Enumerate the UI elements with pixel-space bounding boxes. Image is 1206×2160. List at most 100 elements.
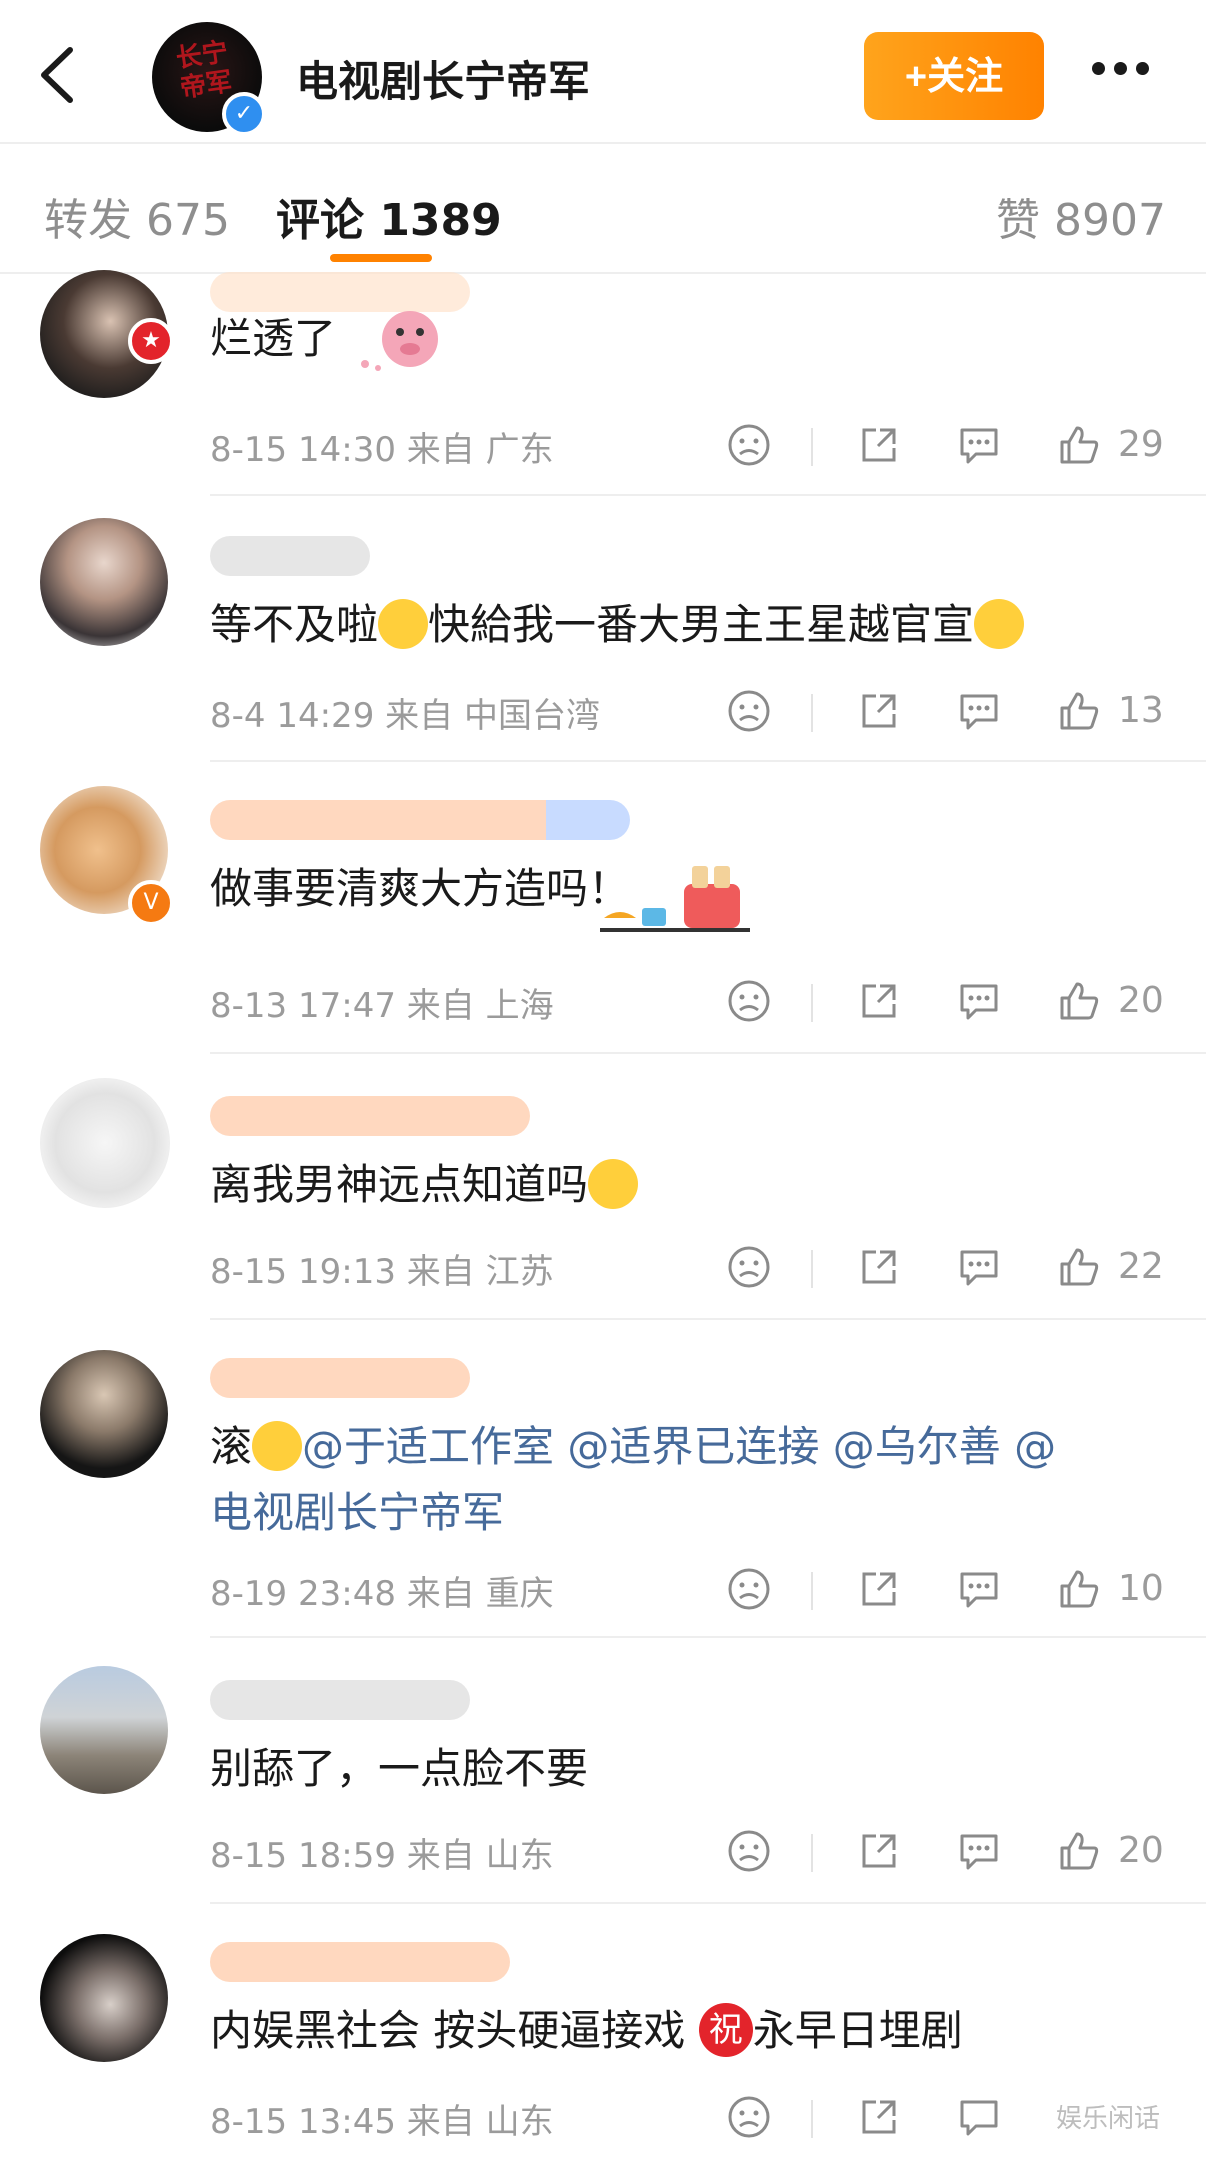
like-icon[interactable]	[1056, 1828, 1106, 1878]
comment-meta: 8-13 17:47 来自 上海	[210, 978, 554, 1027]
thinking-emoji-icon	[588, 1158, 639, 1209]
mention-links[interactable]: @于适工作室 @适界已连接 @乌尔善 @	[302, 1422, 1056, 1471]
comment-date: 8-13 17:47	[210, 986, 396, 1026]
commenter-avatar[interactable]	[40, 1350, 168, 1478]
tab-likes[interactable]: 赞 8907	[996, 184, 1166, 248]
dislike-icon[interactable]	[726, 2094, 776, 2144]
comment-text-part1: 等不及啦	[210, 600, 379, 649]
comment-date: 8-15 19:13	[210, 1252, 396, 1292]
comment-actions: 13	[726, 688, 1186, 738]
action-separator	[811, 984, 813, 1022]
comment-date: 8-15 14:30	[210, 430, 396, 470]
reply-icon[interactable]	[956, 688, 1006, 738]
dislike-icon[interactable]	[726, 978, 776, 1028]
share-icon[interactable]	[856, 1566, 906, 1616]
comment-text-part1: 离我男神远点知道吗	[210, 1160, 589, 1209]
account-title[interactable]: 电视剧长宁帝军	[296, 48, 590, 109]
comment-meta: 8-15 14:30 来自 广东	[210, 422, 554, 471]
share-icon[interactable]	[856, 2094, 906, 2144]
comment-date: 8-19 23:48	[210, 1574, 396, 1614]
reply-icon[interactable]	[956, 978, 1006, 1028]
action-separator	[811, 694, 813, 732]
action-separator	[811, 1250, 813, 1288]
mention-link[interactable]: 电视剧长宁帝军	[210, 1488, 504, 1537]
comment-text-part1: 内娱黑社会 按头硬逼接戏	[210, 2006, 686, 2055]
comment-date: 8-15 13:45	[210, 2102, 396, 2142]
top-bar: 长宁帝军 ✓ 电视剧长宁帝军 +关注	[0, 0, 1206, 142]
like-count: 22	[1118, 1246, 1164, 1287]
dislike-icon[interactable]	[726, 1566, 776, 1616]
like-icon[interactable]	[1056, 978, 1106, 1028]
like-icon[interactable]	[1056, 688, 1106, 738]
comment-location: 来自 江苏	[406, 1252, 554, 1292]
grinning-emoji-icon	[252, 1420, 303, 1471]
reply-icon[interactable]	[956, 1566, 1006, 1616]
comment-actions: 29	[726, 422, 1186, 472]
comment-text-part2: 永早日埋剧	[752, 2006, 963, 2055]
breakfast-sticker-icon	[600, 858, 750, 938]
comment-text: 滚 @于适工作室 @适界已连接 @乌尔善 @ 电视剧长宁帝军	[210, 1414, 1170, 1546]
like-count: 29	[1118, 424, 1164, 465]
tab-reposts[interactable]: 转发 675	[44, 184, 230, 248]
avatar-logo-text: 长宁帝军	[174, 37, 234, 104]
comment-text: 内娱黑社会 按头硬逼接戏 祝永早日埋剧	[210, 1998, 1110, 2064]
dislike-icon[interactable]	[726, 422, 776, 472]
commenter-avatar[interactable]	[40, 1934, 168, 2062]
commenter-avatar[interactable]	[40, 1666, 168, 1794]
back-icon[interactable]	[30, 40, 90, 110]
reply-icon[interactable]	[956, 2094, 1006, 2144]
dislike-icon[interactable]	[726, 1828, 776, 1878]
tabs-divider	[0, 272, 1206, 274]
active-tab-indicator	[330, 254, 432, 262]
row-divider	[210, 494, 1206, 496]
share-icon[interactable]	[856, 422, 906, 472]
comment-location: 来自 山东	[406, 2102, 554, 2142]
share-icon[interactable]	[856, 978, 906, 1028]
more-options-icon[interactable]	[1092, 60, 1162, 90]
comment-text: 别舔了，一点脸不要	[210, 1744, 589, 1793]
reply-icon[interactable]	[956, 422, 1006, 472]
row-divider	[210, 1052, 1206, 1054]
comment-meta: 8-15 18:59 来自 山东	[210, 1828, 554, 1877]
commenter-avatar[interactable]	[40, 518, 168, 646]
like-icon[interactable]	[1056, 1244, 1106, 1294]
zhu-badge-icon: 祝	[698, 2002, 753, 2057]
like-icon[interactable]	[1056, 422, 1106, 472]
comment-text: 离我男神远点知道吗	[210, 1152, 1110, 1218]
commenter-name-blurred[interactable]	[210, 536, 370, 576]
share-icon[interactable]	[856, 688, 906, 738]
comment-date: 8-4 14:29	[210, 696, 375, 736]
verified-badge-icon: ✓	[222, 92, 266, 136]
like-icon[interactable]	[1056, 1566, 1106, 1616]
commenter-name-blurred[interactable]	[210, 800, 630, 840]
laughing-emoji-icon	[974, 598, 1025, 649]
verified-badge-icon: V	[128, 880, 174, 926]
tab-comments[interactable]: 评论 1389	[276, 184, 502, 248]
dislike-icon[interactable]	[726, 1244, 776, 1294]
reply-icon[interactable]	[956, 1244, 1006, 1294]
comment-date: 8-15 18:59	[210, 1836, 396, 1876]
comment-actions: 20	[726, 1828, 1186, 1878]
action-separator	[811, 1572, 813, 1610]
share-icon[interactable]	[856, 1244, 906, 1294]
commenter-name-blurred[interactable]	[210, 1358, 470, 1398]
reply-icon[interactable]	[956, 1828, 1006, 1878]
comment-text-part2: 快給我一番大男主王星越官宣	[428, 600, 975, 649]
sticker-icon	[350, 294, 450, 384]
commenter-name-blurred[interactable]	[210, 1680, 470, 1720]
dislike-icon[interactable]	[726, 688, 776, 738]
commenter-avatar[interactable]	[40, 1078, 170, 1208]
comment-text: 等不及啦 快給我一番大男主王星越官宣	[210, 592, 1170, 658]
commenter-name-blurred[interactable]	[210, 1096, 530, 1136]
comment-location: 来自 山东	[406, 1836, 554, 1876]
comment-location: 来自 重庆	[406, 1574, 554, 1614]
share-icon[interactable]	[856, 1828, 906, 1878]
follow-button[interactable]: +关注	[864, 32, 1044, 120]
watermark: 娱乐闲话	[1056, 2094, 1186, 2144]
row-divider	[210, 1636, 1206, 1638]
comment-actions: 20	[726, 978, 1186, 1028]
action-separator	[811, 1834, 813, 1872]
comment-location: 来自 广东	[406, 430, 554, 470]
comment-actions: 22	[726, 1244, 1186, 1294]
commenter-name-blurred[interactable]	[210, 1942, 510, 1982]
